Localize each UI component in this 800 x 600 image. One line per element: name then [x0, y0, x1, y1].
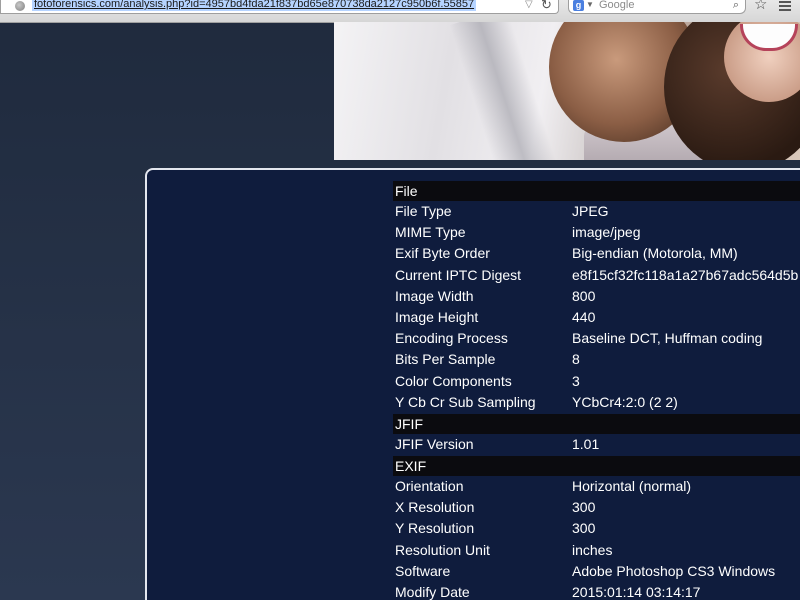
metadata-value: Big-endian (Motorola, MM) — [572, 245, 738, 262]
bookmark-star-icon[interactable]: ☆ — [754, 0, 767, 13]
metadata-value: image/jpeg — [572, 224, 641, 241]
metadata-key: Y Resolution — [395, 520, 475, 537]
metadata-row: X Resolution 300 — [393, 497, 800, 518]
reload-icon[interactable]: ↻ — [541, 0, 552, 12]
metadata-key: Modify Date — [395, 584, 470, 600]
metadata-value: e8f15cf32fc118a1a27b67adc564d5b — [572, 266, 799, 283]
metadata-row: Modify Date 2015:01:14 03:14:17 — [393, 582, 800, 600]
metadata-value: 3 — [572, 372, 580, 389]
metadata-row: Y Cb Cr Sub Sampling YCbCr4:2:0 (2 2) — [393, 392, 800, 413]
metadata-panel: File File Type JPEG MIME Type image/jpeg E… — [145, 168, 800, 600]
metadata-row: Encoding Process Baseline DCT, Huffman co… — [393, 328, 800, 349]
metadata-key: Software — [395, 562, 451, 579]
metadata-key: Encoding Process — [395, 330, 508, 347]
search-engine-icon[interactable]: g — [573, 0, 584, 11]
url-history-chevron-down-icon[interactable]: ▽ — [525, 0, 533, 11]
metadata-key: Bits Per Sample — [395, 351, 496, 368]
address-bar[interactable]: fotoforensics.com/analysis.php?id=4957bd… — [0, 0, 559, 14]
browser-toolbar: fotoforensics.com/analysis.php?id=4957bd… — [0, 0, 800, 23]
metadata-row: MIME Type image/jpeg — [393, 222, 800, 243]
metadata-key: File Type — [395, 203, 452, 219]
search-placeholder: Google — [599, 0, 635, 11]
metadata-row: JFIF Version 1.01 — [393, 434, 800, 455]
metadata-row: Orientation Horizontal (normal) — [393, 476, 800, 497]
metadata-row: Bits Per Sample 8 — [393, 349, 800, 370]
metadata-value: Baseline DCT, Huffman coding — [572, 330, 763, 347]
metadata-value: 300 — [572, 499, 596, 516]
metadata-table: File File Type JPEG MIME Type image/jpeg E… — [393, 180, 800, 600]
metadata-key: Color Components — [395, 372, 512, 389]
search-input[interactable]: g ▼ Google ⌕ — [568, 0, 746, 14]
metadata-value: inches — [572, 541, 613, 558]
metadata-key: Resolution Unit — [395, 541, 490, 558]
metadata-value: JPEG — [572, 203, 609, 219]
metadata-value: YCbCr4:2:0 (2 2) — [572, 393, 678, 410]
metadata-value: 800 — [572, 287, 596, 304]
metadata-value: Horizontal (normal) — [572, 478, 692, 495]
metadata-key: Image Width — [395, 287, 474, 304]
metadata-value: 440 — [572, 308, 596, 325]
metadata-key: X Resolution — [395, 499, 475, 516]
metadata-value: 1.01 — [572, 435, 600, 452]
search-engine-dropdown-icon[interactable]: ▼ — [586, 0, 594, 11]
address-bar-url[interactable]: fotoforensics.com/analysis.php?id=4957bd… — [32, 0, 477, 11]
metadata-row: Color Components 3 — [393, 371, 800, 392]
metadata-row: Software Adobe Photoshop CS3 Windows — [393, 561, 800, 582]
metadata-row: Current IPTC Digest e8f15cf32fc118a1a27b6… — [393, 265, 800, 286]
metadata-row: Image Height 440 — [393, 307, 800, 328]
metadata-row: File Type JPEG — [393, 201, 800, 222]
metadata-key: Y Cb Cr Sub Sampling — [395, 393, 536, 410]
globe-icon — [15, 1, 25, 11]
metadata-key: Exif Byte Order — [395, 245, 490, 262]
menu-icon[interactable] — [779, 1, 791, 11]
metadata-key: JFIF Version — [395, 435, 474, 452]
metadata-value: 2015:01:14 03:14:17 — [572, 584, 701, 600]
metadata-key: Image Height — [395, 308, 479, 325]
metadata-key: MIME Type — [395, 224, 466, 241]
metadata-row: Image Width 800 — [393, 286, 800, 307]
section-header-exif: EXIF — [393, 456, 800, 477]
search-icon[interactable]: ⌕ — [733, 0, 739, 12]
section-header-file: File — [393, 181, 800, 201]
metadata-row: Resolution Unit inches — [393, 540, 800, 561]
metadata-row: Y Resolution 300 — [393, 518, 800, 539]
analyzed-photo — [334, 22, 800, 160]
metadata-value: Adobe Photoshop CS3 Windows — [572, 562, 776, 579]
metadata-row: Exif Byte Order Big-endian (Motorola, MM) — [393, 243, 800, 264]
metadata-value: 300 — [572, 520, 596, 537]
metadata-value: 8 — [572, 351, 580, 368]
metadata-key: Orientation — [395, 478, 464, 495]
metadata-key: Current IPTC Digest — [395, 266, 522, 283]
section-header-jfif: JFIF — [393, 413, 800, 434]
